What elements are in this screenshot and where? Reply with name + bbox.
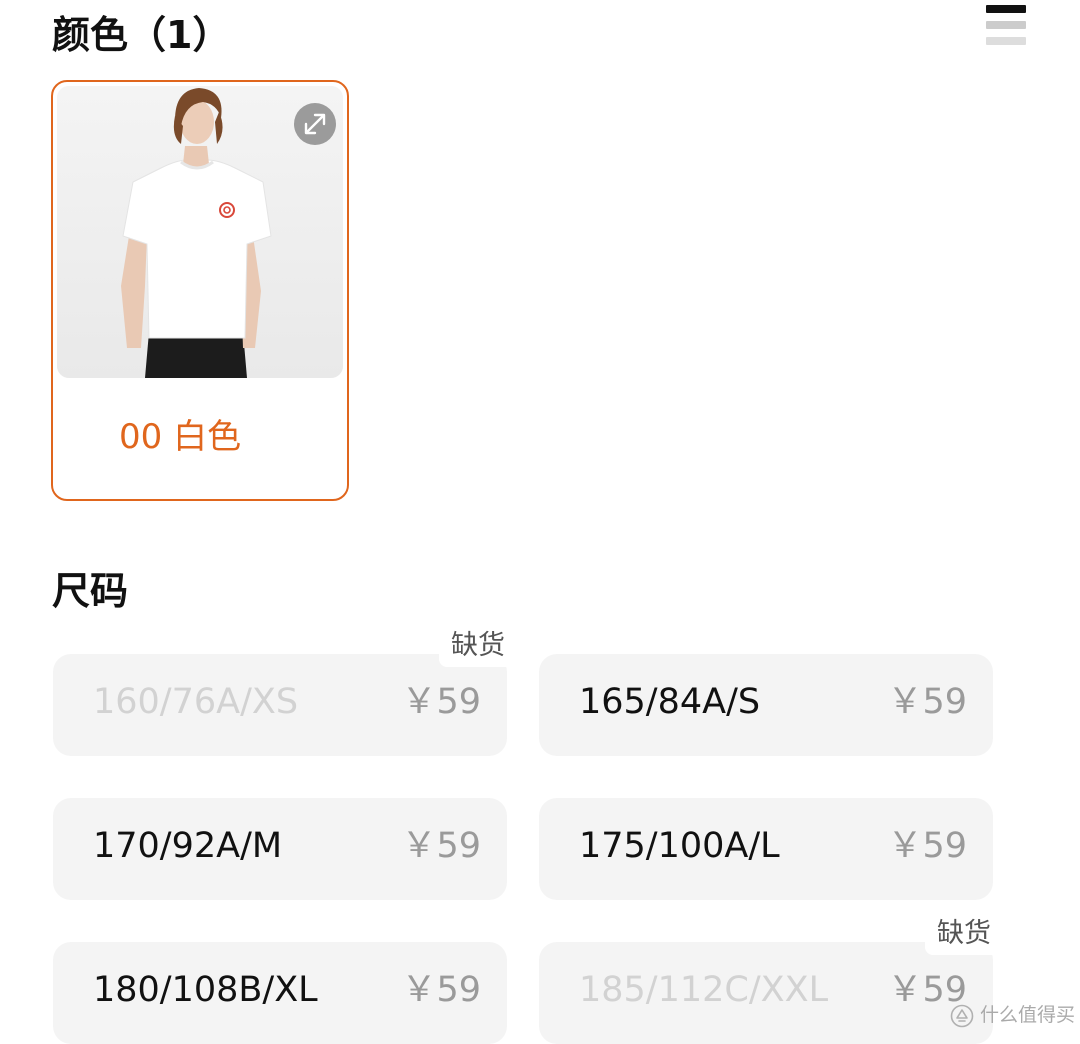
watermark: 什么值得买 bbox=[950, 1002, 1076, 1030]
size-price: ￥59 bbox=[887, 826, 967, 866]
color-section-title: 颜色（1） bbox=[52, 13, 231, 57]
color-label: 00 白色 bbox=[119, 417, 242, 457]
color-swatch-card[interactable]: 00 白色 bbox=[51, 80, 349, 501]
size-option-l[interactable]: 175/100A/L ￥59 bbox=[539, 798, 993, 900]
expand-icon bbox=[304, 113, 326, 135]
product-image bbox=[57, 86, 343, 378]
size-option-s[interactable]: 165/84A/S ￥59 bbox=[539, 654, 993, 756]
toggle-bar bbox=[986, 21, 1026, 29]
size-label: 180/108B/XL bbox=[93, 970, 318, 1010]
size-label: 175/100A/L bbox=[579, 826, 780, 866]
size-price: ￥59 bbox=[887, 682, 967, 722]
size-label: 185/112C/XXL bbox=[579, 970, 829, 1010]
size-option-xxl[interactable]: 185/112C/XXL ￥59 缺货 bbox=[539, 916, 1001, 1044]
expand-image-button[interactable] bbox=[294, 103, 336, 145]
list-view-icon[interactable] bbox=[984, 5, 1028, 47]
watermark-text: 什么值得买 bbox=[980, 1004, 1076, 1026]
size-label: 170/92A/M bbox=[93, 826, 283, 866]
size-label: 165/84A/S bbox=[579, 682, 761, 722]
size-label: 160/76A/XS bbox=[93, 682, 299, 722]
size-option-xs[interactable]: 160/76A/XS ￥59 缺货 bbox=[53, 628, 515, 756]
out-of-stock-badge: 缺货 bbox=[925, 916, 1001, 955]
size-section-title: 尺码 bbox=[52, 569, 129, 613]
size-price: ￥59 bbox=[401, 970, 481, 1010]
out-of-stock-badge: 缺货 bbox=[439, 628, 515, 667]
toggle-bar bbox=[986, 5, 1026, 13]
size-option-m[interactable]: 170/92A/M ￥59 bbox=[53, 798, 507, 900]
size-price: ￥59 bbox=[401, 682, 481, 722]
watermark-logo-icon bbox=[950, 1004, 974, 1028]
size-price: ￥59 bbox=[401, 826, 481, 866]
toggle-bar bbox=[986, 37, 1026, 45]
size-option-xl[interactable]: 180/108B/XL ￥59 bbox=[53, 942, 507, 1044]
